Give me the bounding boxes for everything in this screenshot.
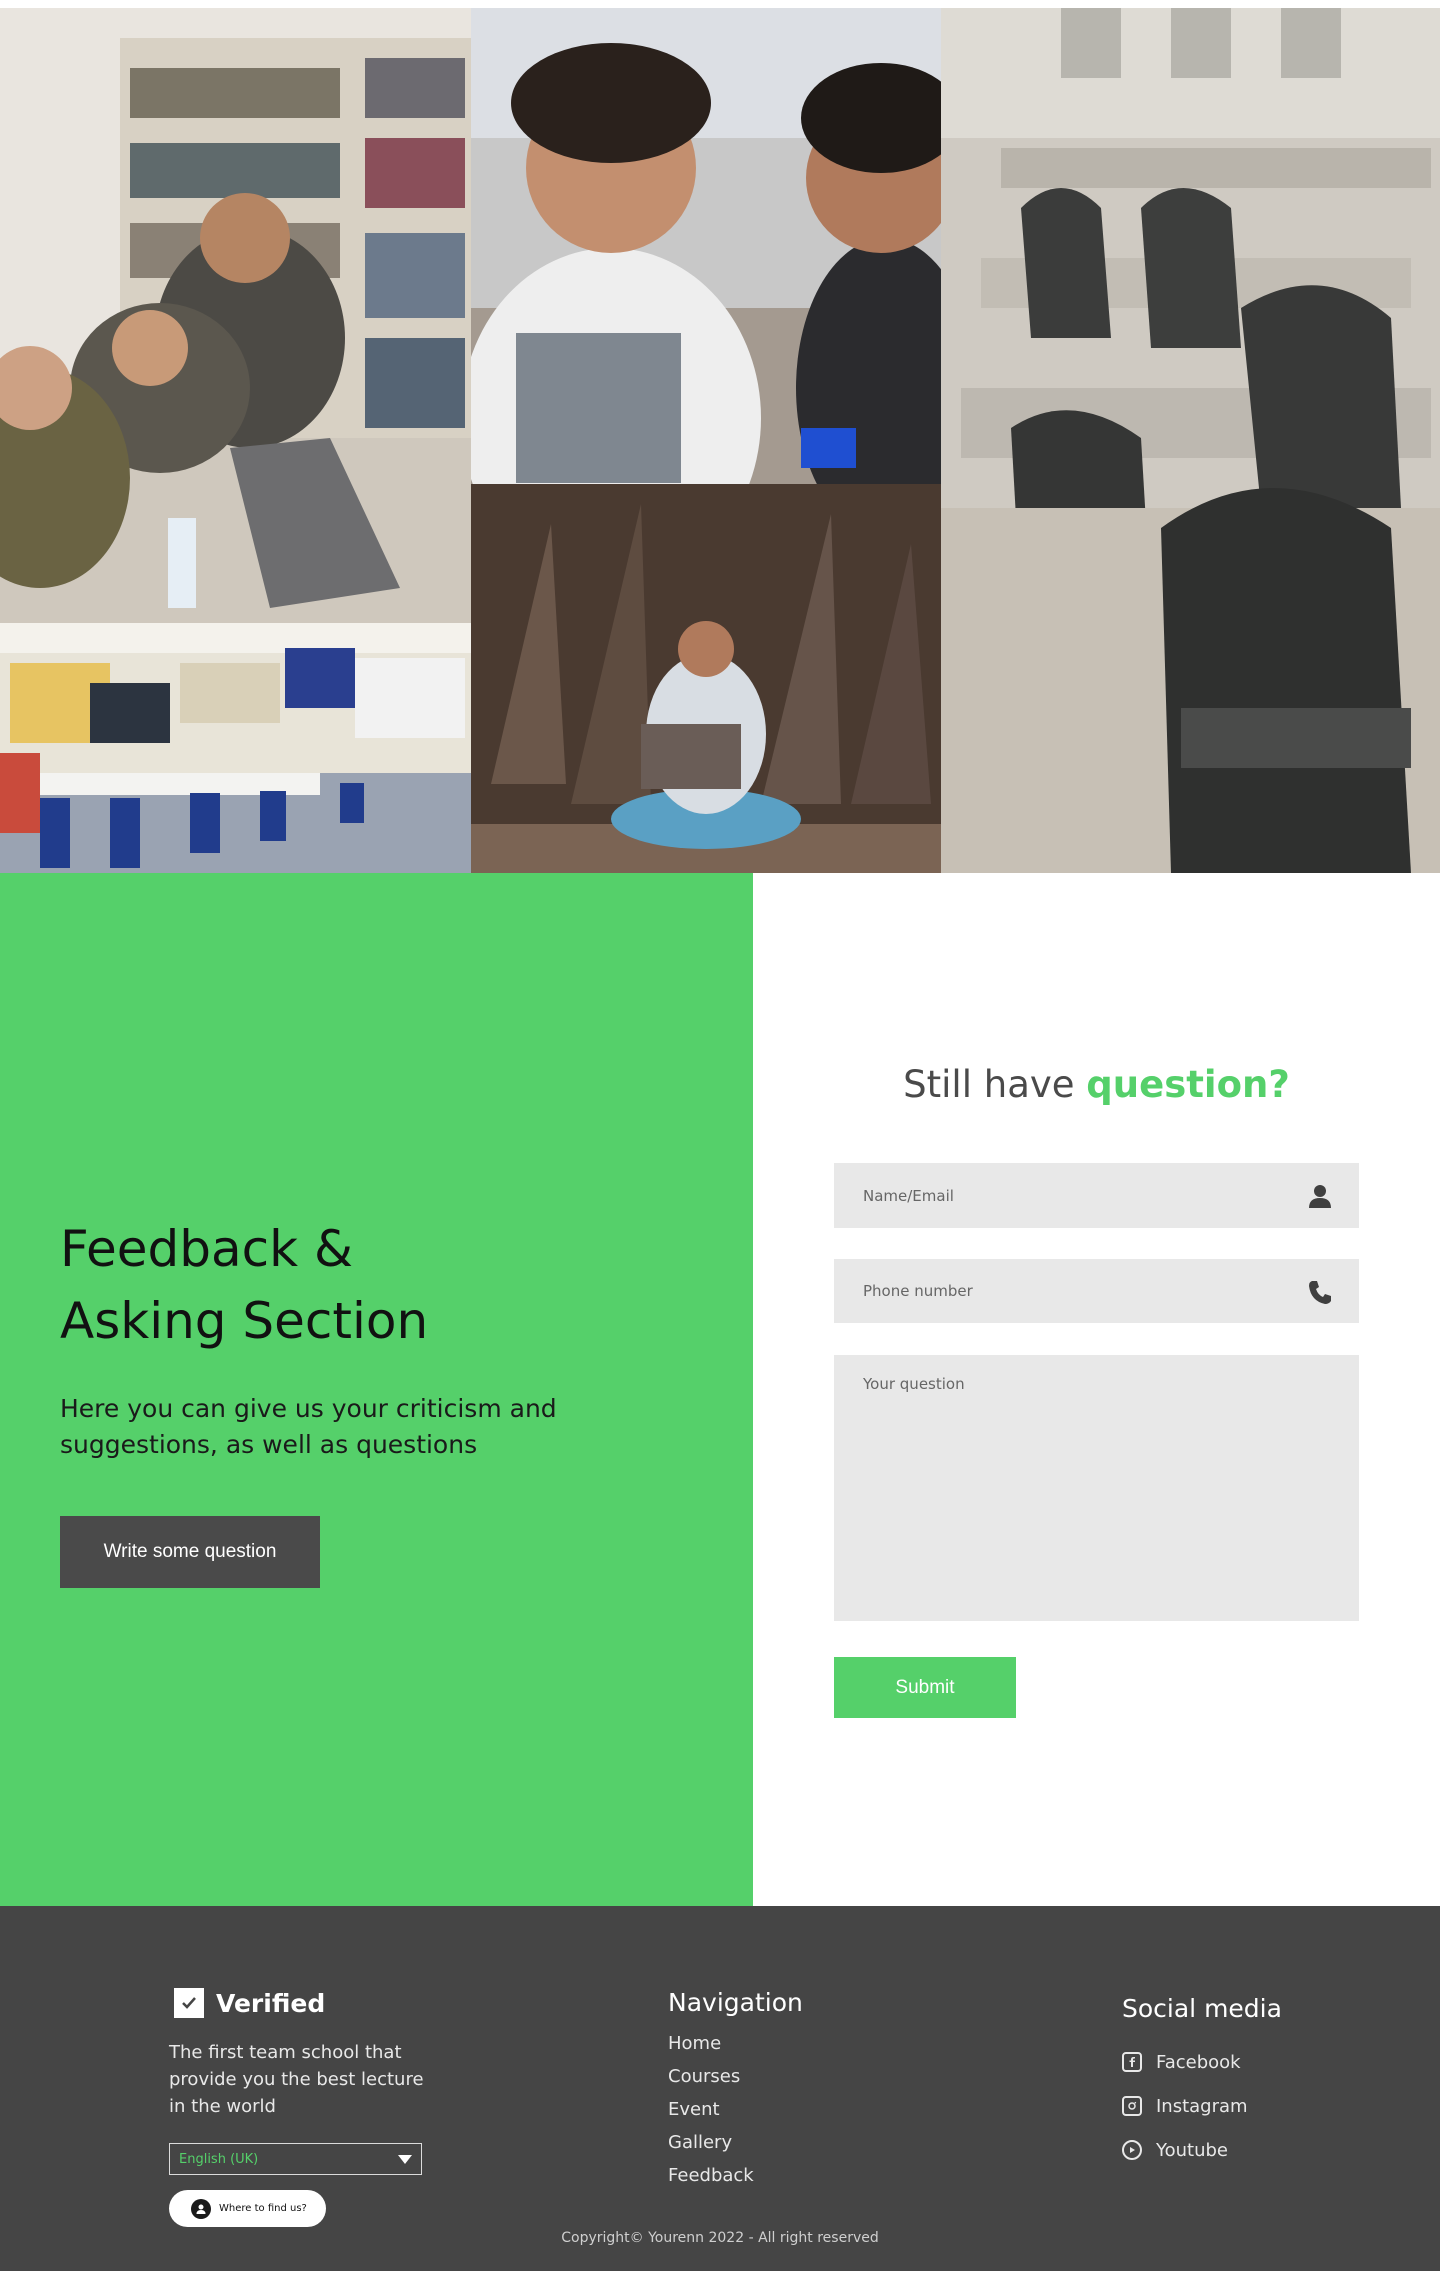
- phone-number-placeholder: Phone number: [863, 1282, 973, 1300]
- phone-number-field[interactable]: Phone number: [834, 1259, 1359, 1323]
- footer-tagline: The first team school that provide you t…: [169, 2042, 424, 2117]
- where-to-find-us-label: Where to find us?: [219, 2203, 307, 2214]
- submit-button[interactable]: Submit: [834, 1657, 1016, 1718]
- form-title-prefix: Still have: [903, 1063, 1087, 1106]
- user-icon: [1309, 1185, 1331, 1208]
- girl-with-laptop-photo: [471, 484, 941, 873]
- feedback-title-line1: Feedback &: [60, 1220, 353, 1278]
- youtube-icon: [1122, 2140, 1142, 2160]
- empty-classroom-chairs-photo: [941, 8, 1440, 873]
- footer-navigation: Home Courses Event Gallery Feedback: [668, 2031, 754, 2196]
- footer: Verified The first team school that prov…: [0, 1906, 1440, 2271]
- photo-gallery: [0, 8, 1440, 873]
- feedback-title-line2: Asking Section: [60, 1292, 429, 1350]
- navigation-title: Navigation: [668, 1988, 803, 2017]
- classroom-photo: [0, 623, 471, 873]
- nav-link-courses[interactable]: Courses: [668, 2064, 754, 2097]
- feedback-intro-panel: Feedback & Asking Section Here you can g…: [0, 873, 753, 1906]
- chevron-down-icon: [398, 2155, 412, 2164]
- form-title: Still have question?: [753, 1063, 1440, 1106]
- feedback-title: Feedback & Asking Section: [60, 1213, 680, 1357]
- nav-link-event[interactable]: Event: [668, 2097, 754, 2130]
- nav-link-home[interactable]: Home: [668, 2031, 754, 2064]
- youtube-label: Youtube: [1156, 2139, 1228, 2161]
- instagram-icon: [1122, 2096, 1142, 2116]
- copyright: Copyright© Yourenn 2022 - All right rese…: [561, 2230, 879, 2246]
- name-email-placeholder: Name/Email: [863, 1187, 954, 1205]
- nav-link-feedback[interactable]: Feedback: [668, 2163, 754, 2196]
- checkmark-icon: [174, 1988, 204, 2018]
- social-link-instagram[interactable]: Instagram: [1122, 2084, 1248, 2128]
- where-to-find-us-button[interactable]: Where to find us?: [169, 2190, 326, 2227]
- write-question-button[interactable]: Write some question: [60, 1516, 320, 1588]
- language-value: English (UK): [179, 2152, 259, 2167]
- social-links: Facebook Instagram Youtube: [1122, 2040, 1248, 2172]
- social-media-title: Social media: [1122, 1994, 1282, 2023]
- social-link-youtube[interactable]: Youtube: [1122, 2128, 1248, 2172]
- students-smiling-photo: [471, 8, 941, 484]
- name-email-field[interactable]: Name/Email: [834, 1163, 1359, 1228]
- question-placeholder: Your question: [863, 1375, 965, 1393]
- phone-icon: [1309, 1281, 1331, 1304]
- location-icon: [191, 2198, 211, 2219]
- top-strip: [0, 0, 1440, 8]
- facebook-label: Facebook: [1156, 2051, 1241, 2073]
- question-textarea[interactable]: Your question: [834, 1355, 1359, 1621]
- footer-brand: Verified: [174, 1988, 325, 2018]
- question-form: Still have question? Name/Email Phone nu…: [753, 873, 1440, 1906]
- form-title-accent: question?: [1086, 1063, 1290, 1106]
- social-link-facebook[interactable]: Facebook: [1122, 2040, 1248, 2084]
- brand-name: Verified: [216, 1988, 326, 2018]
- language-select[interactable]: English (UK): [169, 2143, 422, 2175]
- nav-link-gallery[interactable]: Gallery: [668, 2130, 754, 2163]
- library-study-photo: [0, 8, 471, 623]
- facebook-icon: [1122, 2052, 1142, 2072]
- feedback-description: Here you can give us your criticism and …: [60, 1394, 557, 1459]
- instagram-label: Instagram: [1156, 2095, 1248, 2117]
- feedback-section: Feedback & Asking Section Here you can g…: [0, 873, 1440, 1906]
